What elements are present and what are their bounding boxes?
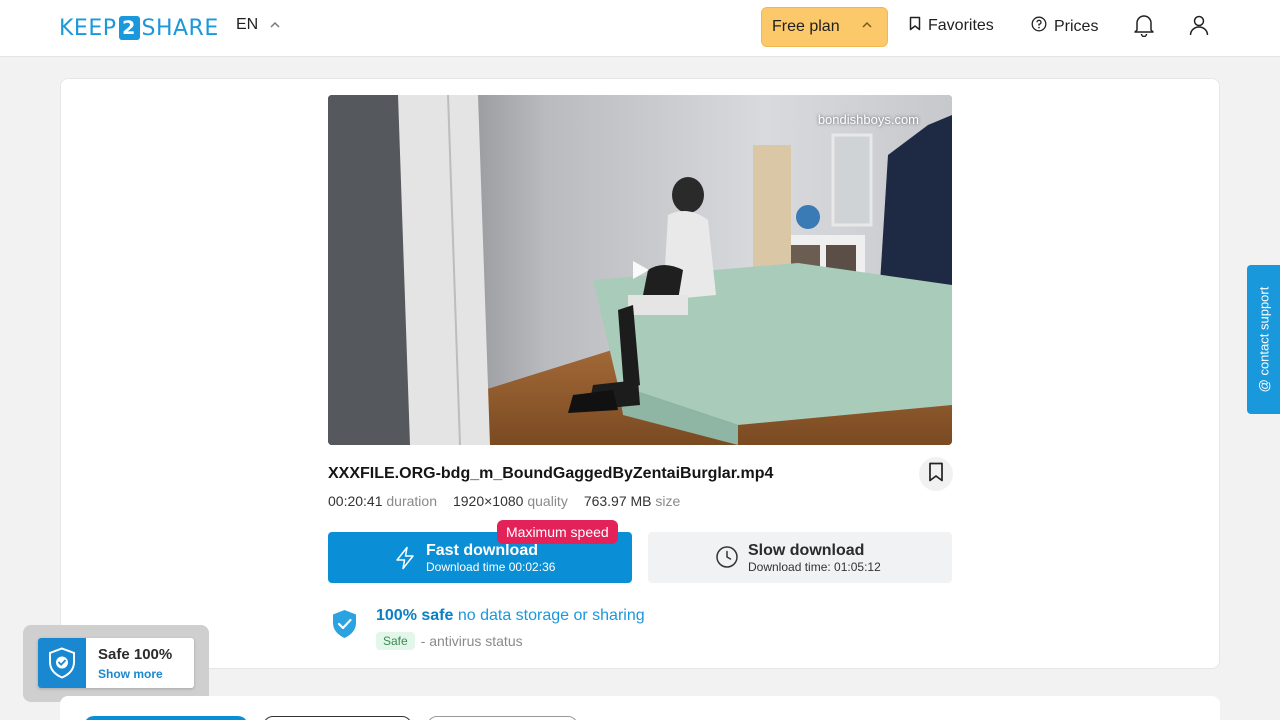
bottom-tab[interactable] <box>263 716 412 720</box>
shield-check-icon <box>38 638 86 688</box>
bookmark-icon <box>909 16 921 36</box>
slow-download-button[interactable]: Slow download Download time: 01:05:12 <box>648 532 952 583</box>
show-more-link[interactable]: Show more <box>98 667 163 681</box>
safe-widget-title: Safe 100% <box>98 646 173 663</box>
antivirus-status: Safe - antivirus status <box>376 632 523 650</box>
logo-text-right: SHARE <box>141 15 219 41</box>
clock-icon <box>715 545 739 574</box>
shield-check-icon <box>331 609 358 644</box>
antivirus-status-label: - antivirus status <box>420 633 523 649</box>
favorites-label: Favorites <box>928 17 994 34</box>
duration-value: 00:20:41 <box>328 493 383 509</box>
bookmark-icon <box>928 462 944 487</box>
slow-download-title: Slow download <box>748 542 865 559</box>
file-name: XXXFILE.ORG-bdg_m_BoundGaggedByZentaiBur… <box>328 465 774 482</box>
play-icon[interactable] <box>628 258 652 282</box>
language-label: EN <box>236 16 259 33</box>
language-selector[interactable]: EN <box>236 16 280 34</box>
file-metadata: 00:20:41 duration 1920×1080 quality 763.… <box>328 493 680 509</box>
safe-badge: Safe <box>376 632 415 650</box>
prices-label: Prices <box>1054 17 1099 35</box>
file-quality: 1920×1080 quality <box>453 493 568 509</box>
contact-support-tab[interactable]: @ contact support <box>1247 265 1280 414</box>
contact-support-label: @ contact support <box>1256 286 1272 393</box>
chevron-up-icon <box>862 20 872 31</box>
safety-strong-text: 100% safe <box>376 607 454 624</box>
video-watermark: bondishboys.com <box>817 112 919 127</box>
bottom-tab[interactable] <box>427 716 578 720</box>
safety-detail-text: no data storage or sharing <box>457 607 645 624</box>
logo-text-left: KEEP <box>59 15 117 41</box>
safe-widget-card: Safe 100% Show more <box>38 638 194 688</box>
top-header: KEEP 2 SHARE EN Free plan Favorites Pric… <box>0 0 1280 57</box>
user-icon <box>1188 14 1210 41</box>
favorites-link[interactable]: Favorites <box>909 16 994 36</box>
logo-number: 2 <box>118 16 140 40</box>
notifications-button[interactable] <box>1131 14 1157 40</box>
bell-icon <box>1133 13 1155 42</box>
file-duration: 00:20:41 duration <box>328 493 437 509</box>
size-value: 763.97 MB <box>583 493 652 509</box>
fast-download-time: Download time 00:02:36 <box>426 560 556 574</box>
prices-link[interactable]: Prices <box>1031 16 1098 37</box>
quality-label: quality <box>527 493 568 509</box>
size-label: size <box>655 493 681 509</box>
keep2share-logo[interactable]: KEEP 2 SHARE <box>59 14 219 42</box>
safe-widget[interactable]: Safe 100% Show more <box>23 625 209 702</box>
plan-label: Free plan <box>772 18 840 35</box>
fast-download-title: Fast download <box>426 542 538 559</box>
chevron-up-icon <box>270 20 280 31</box>
add-to-favorites-button[interactable] <box>919 457 953 491</box>
video-player[interactable]: bondishboys.com <box>328 95 952 445</box>
safety-statement: 100% safe no data storage or sharing <box>376 607 645 625</box>
bottom-tab-active[interactable] <box>84 716 248 720</box>
slow-download-time: Download time: 01:05:12 <box>748 560 881 574</box>
maximum-speed-badge: Maximum speed <box>497 520 618 544</box>
quality-value: 1920×1080 <box>452 493 524 509</box>
free-plan-button[interactable]: Free plan <box>761 7 888 47</box>
account-button[interactable] <box>1186 14 1212 40</box>
duration-label: duration <box>386 493 437 509</box>
help-circle-icon <box>1031 16 1047 37</box>
file-size: 763.97 MB size <box>584 493 681 509</box>
lightning-icon <box>394 546 416 575</box>
